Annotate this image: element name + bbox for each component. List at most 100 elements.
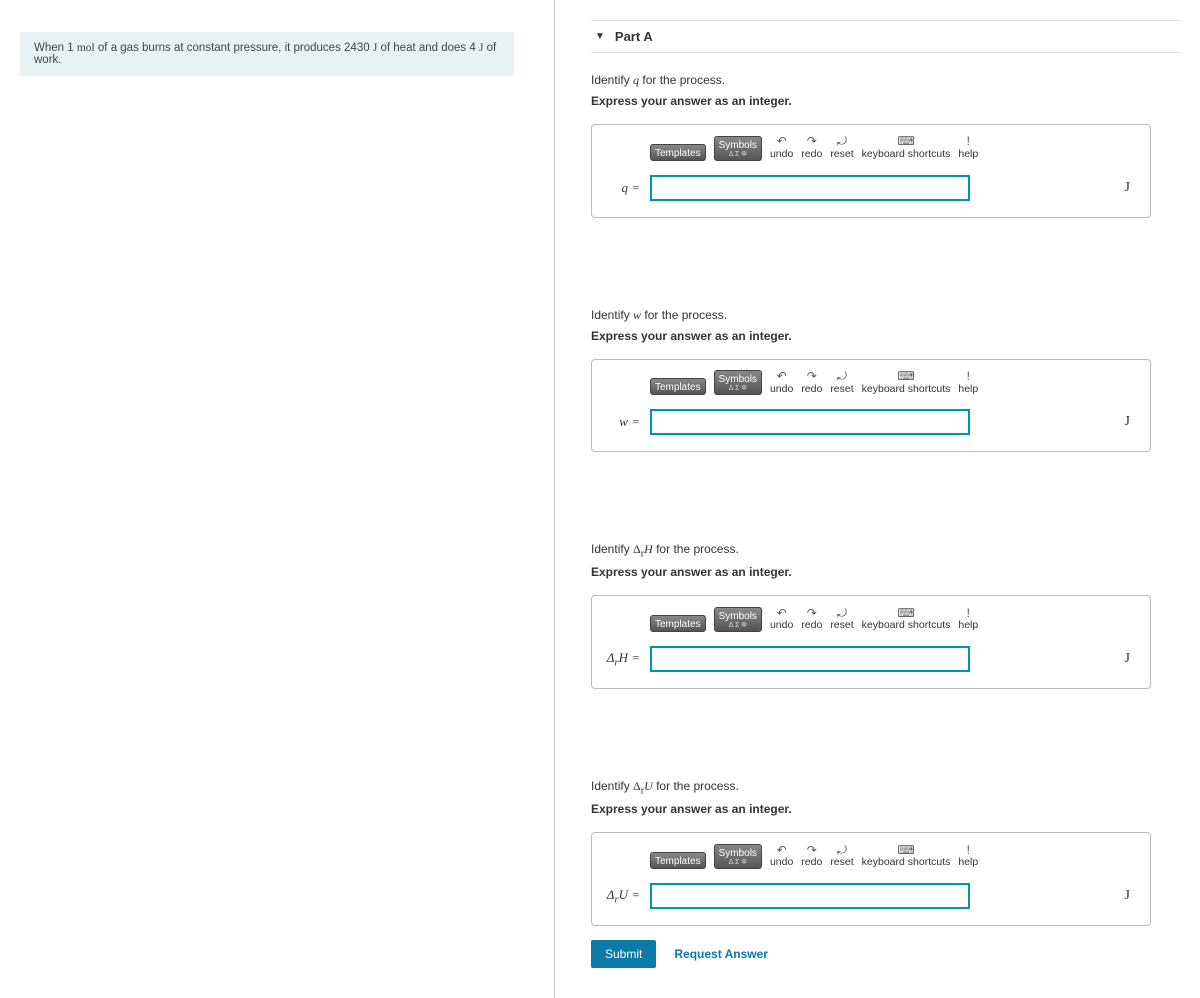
undo-icon: ↶ — [777, 606, 787, 620]
text: Identify — [591, 73, 633, 87]
undo-button[interactable]: ↶undo — [768, 135, 795, 161]
question-q: Identify q for the process. Express your… — [591, 73, 1200, 218]
templates-button[interactable]: Templates — [648, 852, 708, 869]
reset-icon: ⤾ — [837, 370, 847, 384]
unit-label: J — [1125, 180, 1138, 196]
unit-label: J — [1125, 888, 1138, 904]
toolbar: Templates SymbolsΔ Σ Φ ↶undo ↷redo ⤾rese… — [648, 370, 1138, 396]
templates-button[interactable]: Templates — [648, 378, 708, 395]
toolbar: Templates SymbolsΔ Σ Φ ↶undo ↷redo ⤾rese… — [648, 606, 1138, 632]
keyboard-shortcuts-button[interactable]: ⌨keyboard shortcuts — [860, 135, 953, 161]
keyboard-icon: ⌨ — [897, 606, 914, 620]
page-container: When 1 mol of a gas burns at constant pr… — [0, 0, 1200, 998]
text: When 1 — [34, 42, 77, 54]
input-row: q = J — [604, 175, 1138, 201]
lhs-label: ΔrH = — [604, 650, 640, 669]
templates-button[interactable]: Templates — [648, 144, 708, 161]
help-button[interactable]: !help — [956, 843, 980, 869]
help-button[interactable]: !help — [956, 606, 980, 632]
request-answer-link[interactable]: Request Answer — [674, 947, 768, 961]
redo-icon: ↷ — [807, 843, 817, 857]
variable: w — [633, 308, 641, 322]
help-icon: ! — [967, 135, 970, 149]
answer-input-drH[interactable] — [650, 646, 970, 672]
text: Identify — [591, 779, 633, 793]
text: for the process. — [641, 308, 727, 322]
undo-button[interactable]: ↶undo — [768, 370, 795, 396]
redo-icon: ↷ — [807, 135, 817, 149]
answer-panel: Templates SymbolsΔ Σ Φ ↶undo ↷redo ⤾rese… — [591, 832, 1151, 926]
text: Identify — [591, 308, 633, 322]
answer-panel: Templates SymbolsΔ Σ Φ ↶undo ↷redo ⤾rese… — [591, 359, 1151, 453]
answer-panel: Templates SymbolsΔ Σ Φ ↶undo ↷redo ⤾rese… — [591, 124, 1151, 218]
help-button[interactable]: !help — [956, 370, 980, 396]
text: mol — [77, 42, 95, 54]
prompt: Identify w for the process. — [591, 308, 1200, 323]
question-drU: Identify ΔrU for the process. Express yo… — [591, 779, 1200, 968]
keyboard-shortcuts-button[interactable]: ⌨keyboard shortcuts — [860, 843, 953, 869]
redo-button[interactable]: ↷redo — [799, 606, 824, 632]
answer-input-w[interactable] — [650, 409, 970, 435]
hint: Express your answer as an integer. — [591, 802, 1200, 816]
redo-button[interactable]: ↷redo — [799, 843, 824, 869]
help-icon: ! — [967, 606, 970, 620]
undo-icon: ↶ — [777, 135, 787, 149]
lhs-label: q = — [604, 180, 640, 196]
prompt: Identify q for the process. — [591, 73, 1200, 88]
redo-icon: ↷ — [807, 370, 817, 384]
reset-button[interactable]: ⤾reset — [828, 370, 855, 396]
symbols-button[interactable]: SymbolsΔ Σ Φ — [712, 607, 764, 632]
help-button[interactable]: !help — [956, 135, 980, 161]
undo-button[interactable]: ↶undo — [768, 606, 795, 632]
problem-statement: When 1 mol of a gas burns at constant pr… — [20, 32, 514, 76]
keyboard-icon: ⌨ — [897, 843, 914, 857]
input-row: w = J — [604, 409, 1138, 435]
answer-input-q[interactable] — [650, 175, 970, 201]
reset-button[interactable]: ⤾reset — [828, 606, 855, 632]
variable: ΔrU — [633, 779, 653, 793]
symbols-button[interactable]: SymbolsΔ Σ Φ — [712, 370, 764, 395]
hint: Express your answer as an integer. — [591, 329, 1200, 343]
keyboard-icon: ⌨ — [897, 370, 914, 384]
answer-input-drU[interactable] — [650, 883, 970, 909]
text: for the process. — [653, 779, 739, 793]
prompt: Identify ΔrU for the process. — [591, 779, 1200, 796]
reset-icon: ⤾ — [837, 135, 847, 149]
hint: Express your answer as an integer. — [591, 565, 1200, 579]
actions: Submit Request Answer — [591, 940, 1200, 968]
variable: ΔrH — [633, 542, 653, 556]
hint: Express your answer as an integer. — [591, 94, 1200, 108]
keyboard-icon: ⌨ — [897, 135, 914, 149]
reset-icon: ⤾ — [837, 843, 847, 857]
undo-button[interactable]: ↶undo — [768, 843, 795, 869]
reset-button[interactable]: ⤾reset — [828, 843, 855, 869]
text: of a gas burns at constant pressure, it … — [95, 42, 373, 54]
text: of heat and does 4 — [377, 42, 479, 54]
part-header[interactable]: ▼ Part A — [591, 20, 1181, 53]
help-icon: ! — [967, 370, 970, 384]
right-pane: ▼ Part A Identify q for the process. Exp… — [555, 0, 1200, 998]
prompt: Identify ΔrH for the process. — [591, 542, 1200, 559]
redo-button[interactable]: ↷redo — [799, 370, 824, 396]
templates-button[interactable]: Templates — [648, 615, 708, 632]
help-icon: ! — [967, 843, 970, 857]
chevron-down-icon[interactable]: ▼ — [595, 31, 605, 42]
lhs-label: ΔrU = — [604, 887, 640, 906]
text: Identify — [591, 542, 633, 556]
unit-label: J — [1125, 651, 1138, 667]
redo-button[interactable]: ↷redo — [799, 135, 824, 161]
reset-icon: ⤾ — [837, 606, 847, 620]
question-drH: Identify ΔrH for the process. Express yo… — [591, 542, 1200, 689]
input-row: ΔrU = J — [604, 883, 1138, 909]
symbols-button[interactable]: SymbolsΔ Σ Φ — [712, 136, 764, 161]
toolbar: Templates SymbolsΔ Σ Φ ↶undo ↷redo ⤾rese… — [648, 135, 1138, 161]
reset-button[interactable]: ⤾reset — [828, 135, 855, 161]
keyboard-shortcuts-button[interactable]: ⌨keyboard shortcuts — [860, 606, 953, 632]
keyboard-shortcuts-button[interactable]: ⌨keyboard shortcuts — [860, 370, 953, 396]
symbols-button[interactable]: SymbolsΔ Σ Φ — [712, 844, 764, 869]
question-w: Identify w for the process. Express your… — [591, 308, 1200, 453]
submit-button[interactable]: Submit — [591, 940, 656, 968]
input-row: ΔrH = J — [604, 646, 1138, 672]
part-title: Part A — [615, 29, 653, 44]
left-pane: When 1 mol of a gas burns at constant pr… — [0, 0, 555, 998]
